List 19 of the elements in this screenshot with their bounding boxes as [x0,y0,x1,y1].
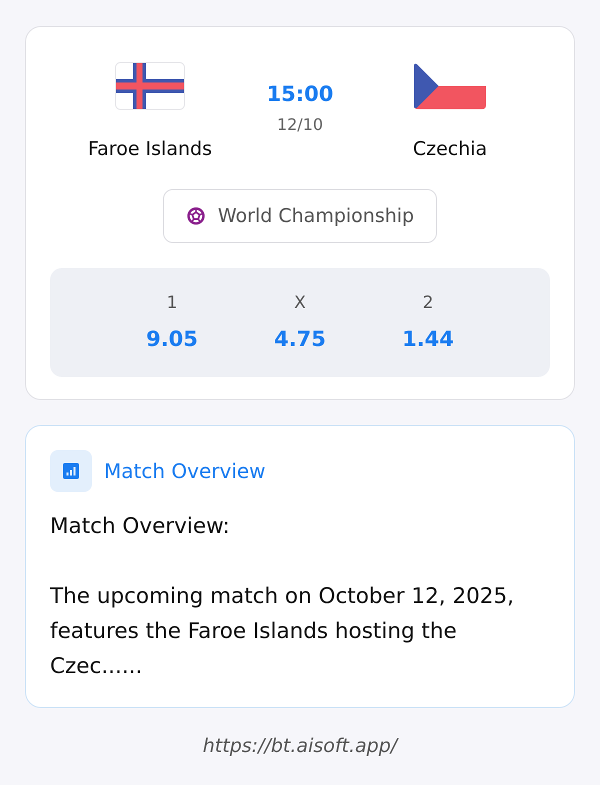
soccer-ball-icon [186,207,205,225]
nordic-cross-flag-icon [114,62,186,110]
odds-label: 1 [166,292,178,314]
team-name: Czechia [412,137,488,161]
team-name: Faroe Islands [88,137,212,161]
triangle-flag-icon [414,62,486,110]
overview-text: Match Overview: [50,513,231,541]
overview-text: The upcoming match on October 12, 2025, features the Faroe Islands hosting the Czec...... [50,583,515,681]
bar-chart-icon [50,450,92,492]
url-text: https://bt.aisoft.app/ [202,735,398,757]
odds-value: 1.44 [402,326,454,352]
odds-value: 9.05 [146,326,198,352]
odds-value: 4.75 [274,326,326,352]
kickoff-time: 15:00 [266,81,334,108]
match-date: 12/10 [276,115,324,135]
odds-label: 2 [422,292,434,314]
section-title: Match Overview [104,459,266,483]
competition-name: World Championship [218,205,414,227]
odds-label: X [294,292,306,314]
